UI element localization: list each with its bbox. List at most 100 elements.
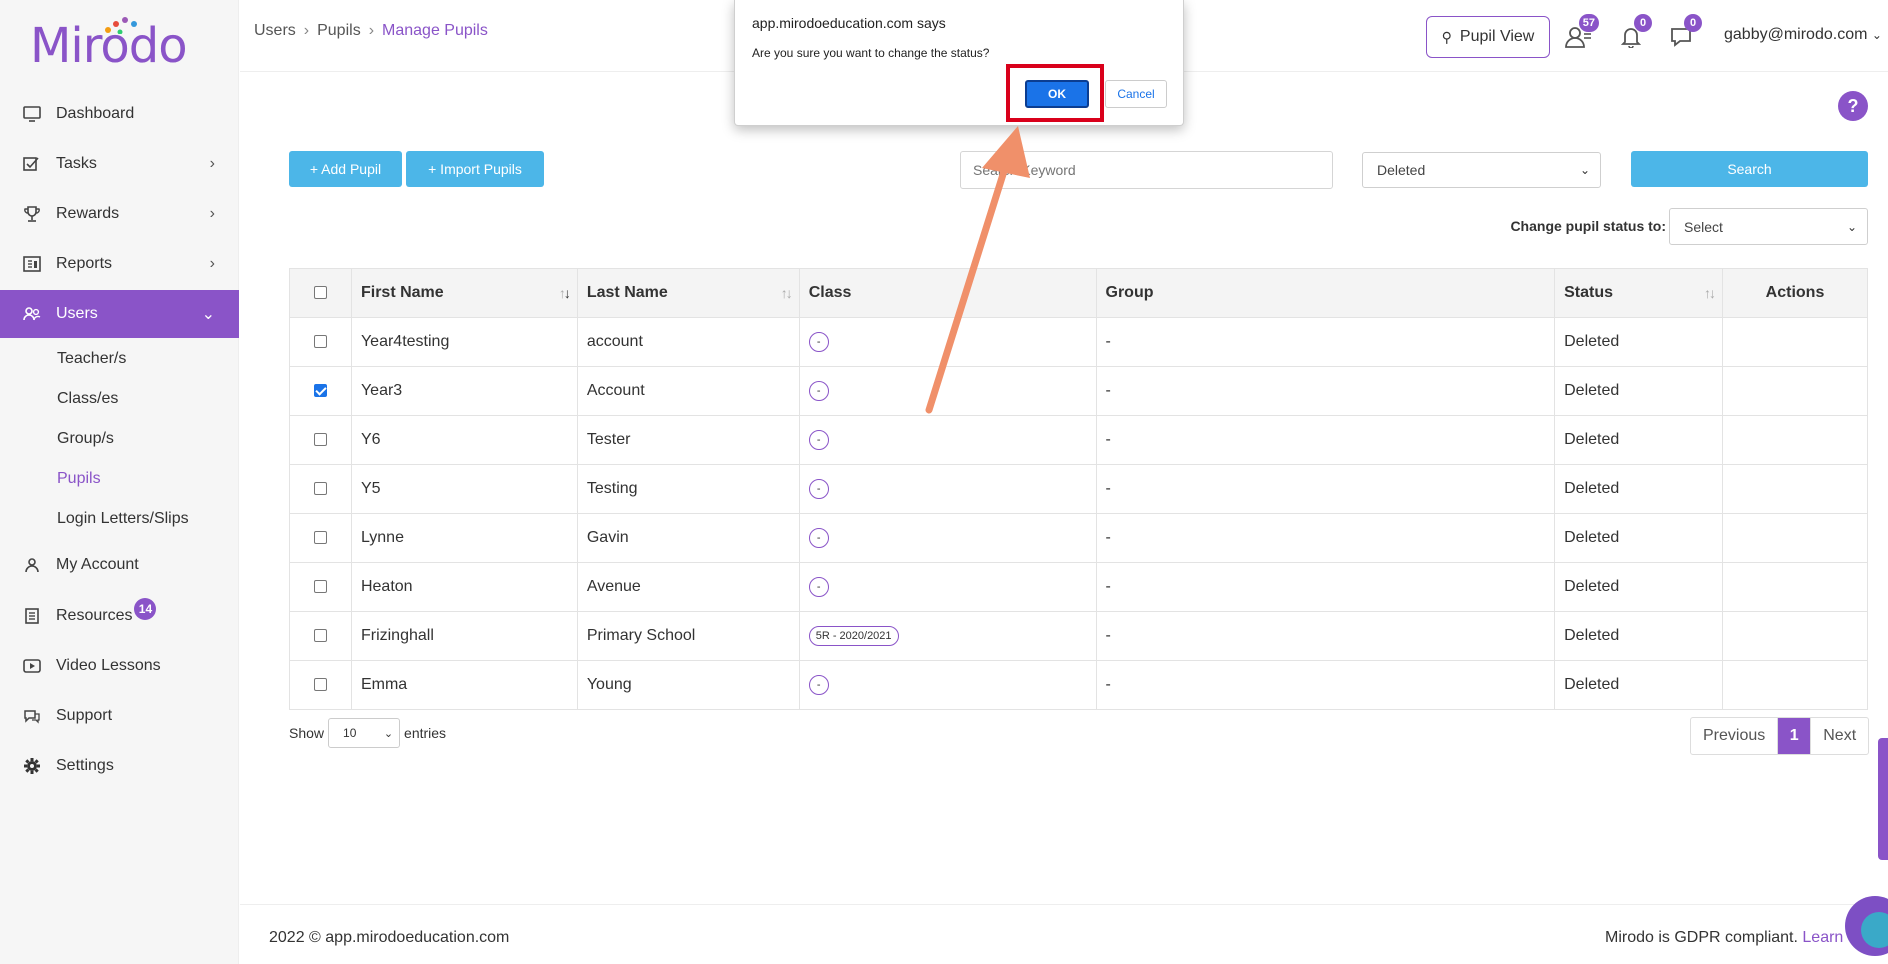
sidebar-item-tasks[interactable]: Tasks › — [0, 140, 239, 188]
next-page-button[interactable]: Next — [1810, 718, 1868, 754]
table-row[interactable]: Heaton Avenue - - Deleted — [289, 562, 1868, 612]
dialog-title: app.mirodoeducation.com says — [752, 15, 946, 31]
select-all-checkbox[interactable] — [313, 286, 327, 300]
import-pupils-button[interactable]: + Import Pupils — [406, 151, 544, 187]
cell-last-name: Account — [576, 366, 800, 416]
sidebar-item-video-lessons[interactable]: Video Lessons — [0, 642, 239, 690]
table-row[interactable]: Y6 Tester - - Deleted — [289, 415, 1868, 465]
cell-group: - — [1095, 660, 1556, 710]
chat-icon[interactable]: 0 — [1666, 14, 1702, 50]
footer-gdpr: Mirodo is GDPR compliant. Learn — [1605, 929, 1843, 947]
sidebar-item-dashboard[interactable]: Dashboard — [0, 90, 239, 138]
table-row[interactable]: Year4testing account - - Deleted — [289, 317, 1868, 367]
chevron-down-icon: ⌄ — [1846, 219, 1857, 234]
chevron-down-icon: ⌄ — [383, 727, 394, 740]
cell-status: Deleted — [1554, 562, 1724, 612]
user-menu[interactable]: gabby@mirodo.com ⌄ — [1724, 26, 1882, 44]
sidebar-item-support[interactable]: Support — [0, 692, 239, 740]
cell-first-name: Lynne — [350, 513, 578, 563]
table-row[interactable]: Lynne Gavin - - Deleted — [289, 513, 1868, 563]
video-icon — [22, 656, 42, 676]
row-checkbox[interactable] — [313, 433, 327, 447]
sidebar-sub-groups[interactable]: Group/s — [57, 430, 114, 448]
cell-select — [289, 513, 352, 563]
row-checkbox[interactable] — [313, 629, 327, 643]
cell-first-name: Y6 — [350, 415, 578, 465]
learn-more-link[interactable]: Learn — [1802, 929, 1843, 946]
resources-icon — [22, 606, 42, 626]
class-pill: - — [808, 577, 829, 597]
sidebar-item-settings[interactable]: Settings — [0, 742, 239, 790]
dialog-cancel-button[interactable]: Cancel — [1105, 80, 1167, 108]
logo-dots-icon — [105, 17, 137, 34]
row-checkbox[interactable] — [313, 335, 327, 349]
sidebar-sub-pupils[interactable]: Pupils — [57, 470, 101, 488]
pupil-view-label: Pupil View — [1459, 28, 1535, 45]
sidebar-sub-login-letters[interactable]: Login Letters/Slips — [57, 510, 189, 528]
row-checkbox[interactable] — [313, 531, 327, 545]
header-first-name[interactable]: First Name ↑↓ — [350, 268, 578, 318]
cell-select — [289, 366, 352, 416]
row-checkbox[interactable] — [313, 482, 327, 496]
cell-group: - — [1095, 611, 1556, 661]
pupils-table: First Name ↑↓ Last Name ↑↓ Class Group Sta… — [289, 268, 1868, 710]
cell-group: - — [1095, 562, 1556, 612]
row-checkbox[interactable] — [313, 580, 327, 594]
row-checkbox[interactable] — [313, 678, 327, 692]
sidebar-item-my-account[interactable]: My Account — [0, 541, 239, 589]
search-input[interactable] — [960, 151, 1333, 189]
cell-class: - — [798, 317, 1097, 367]
cell-group: - — [1095, 317, 1556, 367]
sidebar-item-reports[interactable]: Reports › — [0, 240, 239, 288]
sort-icon: ↑↓ — [1704, 285, 1716, 301]
page-1-button[interactable]: 1 — [1778, 718, 1811, 754]
header-status[interactable]: Status ↑↓ — [1554, 268, 1724, 318]
chevron-down-icon: ⌄ — [201, 306, 215, 323]
sidebar-item-users[interactable]: Users ⌄ — [0, 290, 239, 338]
previous-page-button[interactable]: Previous — [1691, 718, 1779, 754]
feedback-side-tab[interactable] — [1878, 738, 1888, 860]
resources-count-badge: 14 — [134, 598, 157, 620]
cell-class: - — [798, 415, 1097, 465]
sidebar-item-resources[interactable]: Resources 14 — [0, 592, 239, 640]
table-row[interactable]: Y5 Testing - - Deleted — [289, 464, 1868, 514]
sidebar-sub-classes[interactable]: Class/es — [57, 390, 118, 408]
dialog-message: Are you sure you want to change the stat… — [752, 46, 990, 60]
add-pupil-button[interactable]: + Add Pupil — [289, 151, 402, 187]
entries-select[interactable]: 10 ⌄ — [328, 718, 401, 748]
table-row[interactable]: Emma Young - - Deleted — [289, 660, 1868, 710]
breadcrumb-users[interactable]: Users — [254, 22, 296, 40]
row-checkbox[interactable] — [313, 384, 327, 398]
breadcrumb-pupils[interactable]: Pupils — [317, 22, 361, 40]
bell-icon[interactable]: 0 — [1616, 14, 1652, 50]
class-pill: 5R - 2020/2021 — [808, 626, 899, 646]
help-button[interactable]: ? — [1838, 91, 1868, 121]
ok-highlight-box — [1006, 64, 1104, 122]
sidebar-item-label: Rewards — [56, 205, 120, 222]
cell-group: - — [1095, 415, 1556, 465]
cell-select — [289, 464, 352, 514]
search-button[interactable]: Search — [1631, 151, 1868, 187]
table-row[interactable]: Year3 Account - - Deleted — [289, 366, 1868, 416]
cell-last-name: Testing — [576, 464, 800, 514]
mirodo-logo[interactable]: Mirodo — [30, 14, 188, 74]
table-row[interactable]: Frizinghall Primary School 5R - 2020/2021 -… — [289, 611, 1868, 661]
status-filter-select[interactable]: Deleted ⌄ — [1362, 152, 1601, 188]
header-last-name[interactable]: Last Name ↑↓ — [576, 268, 800, 318]
change-status-select[interactable]: Select ⌄ — [1669, 208, 1868, 245]
confirm-dialog: app.mirodoeducation.com says Are you sur… — [734, 0, 1184, 126]
class-pill: - — [808, 675, 829, 695]
footer: 2022 © app.mirodoeducation.com Mirodo is… — [240, 904, 1888, 964]
cell-last-name: Avenue — [576, 562, 800, 612]
cell-first-name: Frizinghall — [350, 611, 578, 661]
cell-status: Deleted — [1554, 317, 1724, 367]
cell-actions — [1722, 415, 1868, 465]
sidebar-item-rewards[interactable]: Rewards › — [0, 190, 239, 238]
cell-actions — [1722, 513, 1868, 563]
sidebar-sub-teachers[interactable]: Teacher/s — [57, 350, 126, 368]
pupil-view-button[interactable]: ⚲ Pupil View — [1426, 16, 1550, 58]
sidebar-item-label: Support — [56, 707, 113, 724]
users-notification-icon[interactable]: 57 — [1563, 14, 1599, 50]
sidebar-item-label: My Account — [56, 556, 139, 573]
header-actions: Actions — [1722, 268, 1868, 318]
